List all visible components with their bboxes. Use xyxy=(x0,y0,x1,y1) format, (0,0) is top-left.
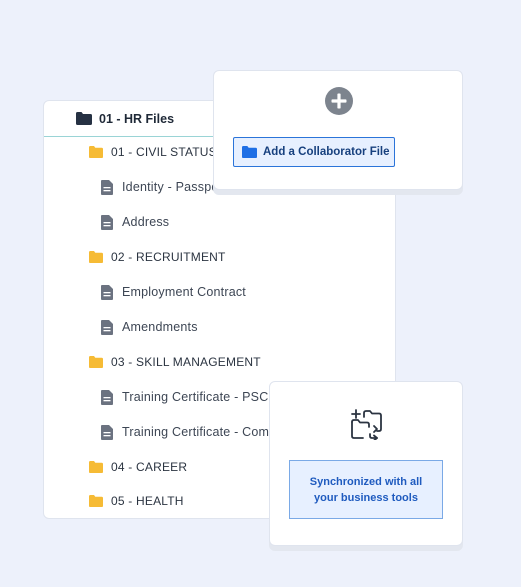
plus-circle-icon[interactable] xyxy=(324,86,354,116)
document-icon xyxy=(101,390,113,405)
tree-folder-label: 05 - HEALTH xyxy=(111,494,184,508)
folder-blue-icon xyxy=(242,146,257,158)
add-collaborator-file-label: Add a Collaborator File xyxy=(263,146,390,158)
tree-folder-label: 02 - RECRUITMENT xyxy=(111,250,226,264)
document-icon xyxy=(101,215,113,230)
folder-icon xyxy=(89,356,103,368)
sync-card: Synchronized with all your business tool… xyxy=(269,381,463,546)
tree-file-label: Training Certificate - PSC xyxy=(122,390,269,404)
folder-sync-icon xyxy=(351,409,382,440)
tree-file-employment-contract[interactable]: Employment Contract xyxy=(44,281,395,303)
document-icon xyxy=(101,285,113,300)
folder-dark-icon xyxy=(76,112,92,125)
folder-icon xyxy=(89,495,103,507)
tree-file-amendments[interactable]: Amendments xyxy=(44,316,395,338)
tree-folder-label: 01 - CIVIL STATUS xyxy=(111,145,217,159)
tree-folder-recruitment[interactable]: 02 - RECRUITMENT xyxy=(44,246,395,268)
tree-file-address[interactable]: Address xyxy=(44,211,395,233)
tree-file-label: Identity - Passpo xyxy=(122,180,219,194)
document-icon xyxy=(101,320,113,335)
tree-folder-label: 04 - CAREER xyxy=(111,460,188,474)
sync-message-box: Synchronized with all your business tool… xyxy=(289,460,443,519)
folder-icon xyxy=(89,146,103,158)
add-collaborator-card: Add a Collaborator File xyxy=(213,70,463,190)
sync-message: Synchronized with all your business tool… xyxy=(309,475,423,504)
tree-root-label: 01 - HR Files xyxy=(99,111,175,126)
tree-file-label: Amendments xyxy=(122,320,198,334)
add-collaborator-file-button[interactable]: Add a Collaborator File xyxy=(233,137,395,167)
document-icon xyxy=(101,180,113,195)
tree-folder-label: 03 - SKILL MANAGEMENT xyxy=(111,355,261,369)
tree-file-label: Training Certificate - Com xyxy=(122,425,270,439)
folder-icon xyxy=(89,461,103,473)
tree-file-label: Employment Contract xyxy=(122,285,246,299)
tree-folder-skill-management[interactable]: 03 - SKILL MANAGEMENT xyxy=(44,351,395,373)
tree-file-label: Address xyxy=(122,215,170,229)
folder-icon xyxy=(89,251,103,263)
document-icon xyxy=(101,425,113,440)
